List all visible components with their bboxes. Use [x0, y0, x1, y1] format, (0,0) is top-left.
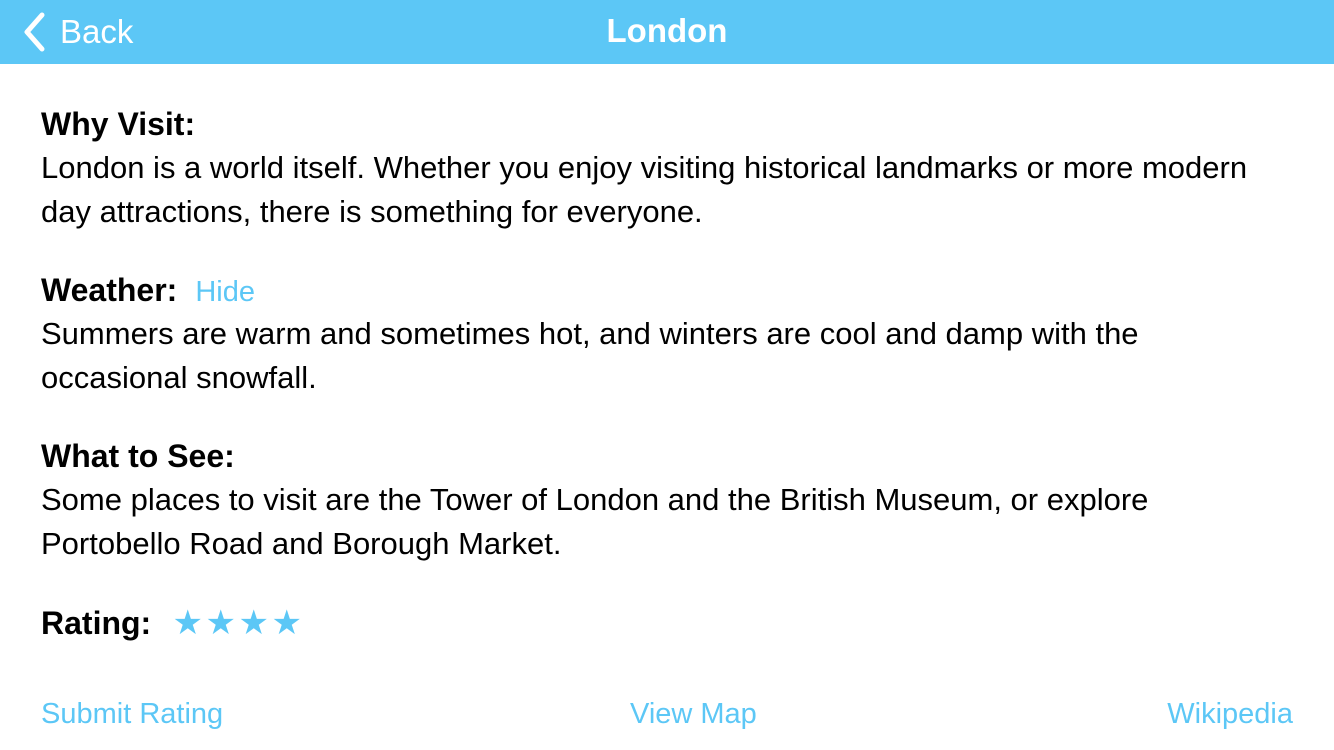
wikipedia-link[interactable]: Wikipedia	[1167, 694, 1293, 734]
view-map-button[interactable]: View Map	[630, 694, 757, 734]
why-visit-heading: Why Visit:	[41, 106, 196, 142]
star-icon[interactable]: ★	[237, 602, 270, 644]
weather-section: Weather: Hide Summers are warm and somet…	[41, 270, 1291, 400]
why-visit-text: London is a world itself. Whether you en…	[41, 150, 1248, 229]
page-title: London	[606, 12, 728, 49]
star-icon[interactable]: ★	[270, 602, 303, 644]
what-to-see-section: What to See: Some places to visit are th…	[41, 436, 1291, 566]
star-icon[interactable]: ★	[171, 602, 204, 644]
submit-rating-button[interactable]: Submit Rating	[41, 694, 223, 734]
weather-text: Summers are warm and sometimes hot, and …	[41, 316, 1139, 395]
why-visit-section: Why Visit: London is a world itself. Whe…	[41, 104, 1291, 234]
what-to-see-heading: What to See:	[41, 438, 235, 474]
weather-heading: Weather:	[41, 272, 178, 308]
star-rating[interactable]: ★ ★ ★ ★	[171, 602, 303, 644]
rating-label: Rating:	[41, 604, 152, 641]
what-to-see-text: Some places to visit are the Tower of Lo…	[41, 482, 1149, 561]
star-icon[interactable]: ★	[204, 602, 237, 644]
weather-hide-button[interactable]: Hide	[195, 276, 255, 309]
navigation-bar: Back London	[0, 0, 1334, 64]
rating-row: Rating: ★ ★ ★ ★	[41, 602, 303, 644]
